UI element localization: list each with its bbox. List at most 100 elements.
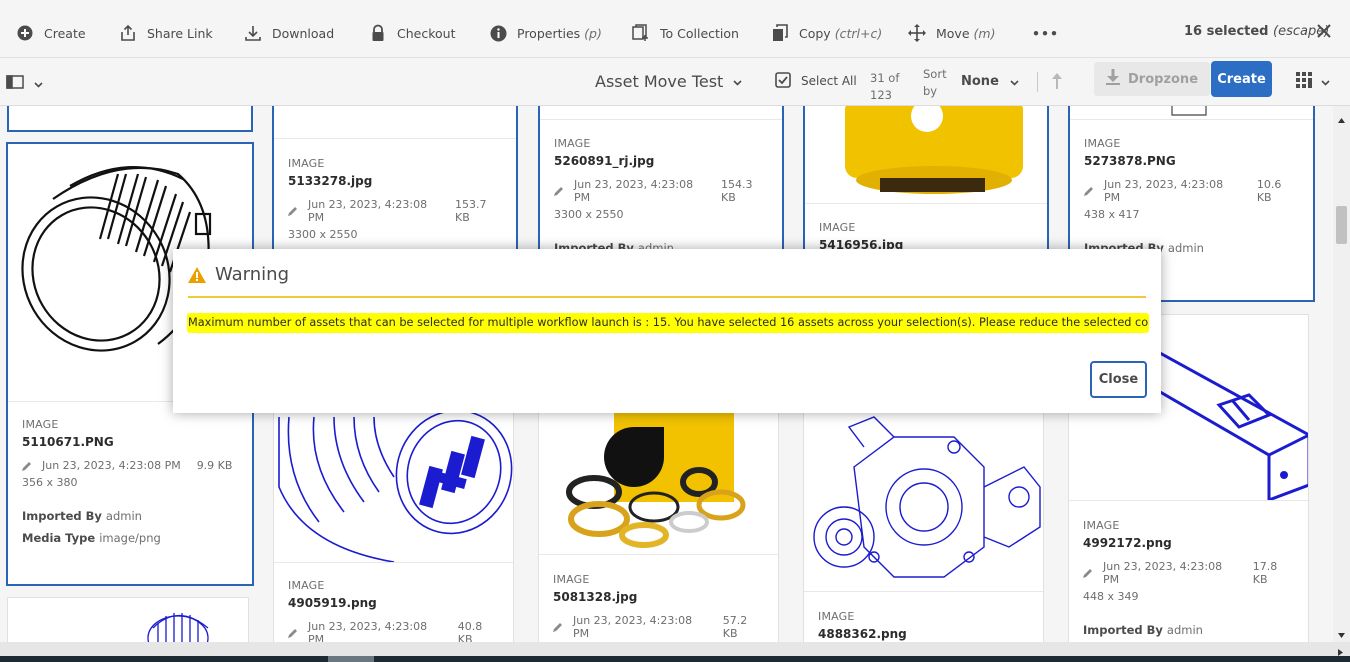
asset-media-type: Media Type image/png <box>22 531 238 545</box>
sort-label: Sort by <box>923 66 947 100</box>
asset-dimensions: 438 x 417 <box>1084 208 1140 221</box>
asset-modified: Jun 23, 2023, 4:23:08 PM 153.7 KB <box>288 198 502 224</box>
asset-meta: IMAGE 5133278.jpg Jun 23, 2023, 4:23:08 … <box>288 157 502 241</box>
sort-direction-button[interactable] <box>1051 73 1063 92</box>
vertical-scroll-thumb[interactable] <box>1336 206 1347 244</box>
asset-card[interactable]: IMAGE 5081328.jpg Jun 23, 2023, 4:23:08 … <box>538 406 779 642</box>
select-all-label: Select All <box>801 74 857 88</box>
chevron-down-icon <box>1321 75 1330 89</box>
copy-action[interactable]: Copy (ctrl+c) <box>771 24 882 42</box>
select-all-button[interactable]: Select All <box>775 72 857 91</box>
create-button[interactable]: Create <box>1211 61 1272 97</box>
pencil-icon <box>288 628 298 638</box>
create-action[interactable]: Create <box>16 24 86 42</box>
asset-filename: 5081328.jpg <box>553 590 638 604</box>
imported-by-value: admin <box>1167 241 1204 255</box>
asset-filename: 5110671.PNG <box>22 435 114 449</box>
pencil-icon <box>22 461 32 471</box>
asset-date: Jun 23, 2023, 4:23:08 PM <box>1104 178 1224 204</box>
taskbar-strip <box>0 656 1350 662</box>
asset-modified: Jun 23, 2023, 4:23:08 PM 10.6 KB <box>1084 178 1299 204</box>
asset-card[interactable]: IMAGE 4905919.png Jun 23, 2023, 4:23:08 … <box>273 406 514 642</box>
checkout-action[interactable]: Checkout <box>369 24 455 42</box>
exit-selection-icon[interactable] <box>1317 24 1333 40</box>
create-button-label: Create <box>1217 71 1266 87</box>
asset-meta: IMAGE 5416956.jpg <box>819 221 1033 252</box>
asset-kind: IMAGE <box>288 157 325 170</box>
asset-kind: IMAGE <box>288 579 325 592</box>
asset-card[interactable]: IMAGE 4888362.png <box>803 406 1044 642</box>
asset-date: Jun 23, 2023, 4:23:08 PM <box>573 614 693 640</box>
asset-meta: IMAGE 5081328.jpg Jun 23, 2023, 4:23:08 … <box>553 573 764 640</box>
move-shortcut: (m) <box>973 25 996 41</box>
asset-thumbnail <box>540 106 782 120</box>
close-button[interactable]: Close <box>1090 361 1147 398</box>
asset-dimensions: 3300 x 2550 <box>288 228 358 241</box>
media-type-label: Media Type <box>22 531 96 545</box>
asset-modified: Jun 23, 2023, 4:23:08 PM 17.8 KB <box>1083 560 1294 586</box>
dialog-message: Maximum number of assets that can be sel… <box>187 313 1149 333</box>
asset-imported-by: Imported By admin <box>22 509 238 523</box>
asset-kind: IMAGE <box>554 137 591 150</box>
oil-filter-icon <box>845 106 1023 194</box>
asset-size: 40.8 KB <box>457 620 483 642</box>
pump-drawing-icon <box>813 416 1041 578</box>
part-drawing-icon <box>147 613 209 642</box>
asset-thumbnail <box>539 407 778 555</box>
properties-label: Properties <box>517 25 581 41</box>
asset-size: 154.3 KB <box>721 178 753 204</box>
chevron-down-icon <box>1010 75 1019 89</box>
asset-size: 9.9 KB <box>196 459 233 472</box>
scroll-up-icon[interactable] <box>1338 112 1345 126</box>
asset-card-partial[interactable] <box>7 106 253 132</box>
download-action[interactable]: Download <box>244 24 334 42</box>
asset-thumbnail <box>804 407 1043 592</box>
chevron-down-icon <box>733 75 742 89</box>
folder-title[interactable]: Asset Move Test <box>595 72 742 91</box>
view-switcher-button[interactable] <box>1296 72 1330 91</box>
sort-label-1: Sort <box>923 67 947 81</box>
collection-icon <box>632 24 650 42</box>
asset-thumbnail <box>274 407 513 563</box>
move-action[interactable]: Move (m) <box>908 24 995 42</box>
properties-shortcut: (p) <box>584 25 602 41</box>
asset-imported-by: Imported By admin <box>1083 623 1294 637</box>
asset-meta: IMAGE 4888362.png <box>818 610 1029 641</box>
asset-card-partial[interactable] <box>7 597 249 642</box>
toolbar: Asset Move Test Select All 31 of 123 Sor… <box>0 58 1350 106</box>
alert-triangle-icon <box>188 266 206 283</box>
dialog-warning-rule <box>188 296 1146 298</box>
pencil-icon <box>1084 186 1094 196</box>
vertical-scrollbar[interactable] <box>1333 106 1350 642</box>
horizontal-scrollbar[interactable] <box>0 642 1350 656</box>
rail-toggle-button[interactable] <box>6 75 43 92</box>
sort-dropdown[interactable]: None <box>961 74 1019 89</box>
selection-count: 16 selected (escape) <box>1184 24 1329 39</box>
move-label: Move <box>936 25 970 41</box>
asset-size: 153.7 KB <box>455 198 487 224</box>
asset-size: 57.2 KB <box>722 614 748 640</box>
asset-date: Jun 23, 2023, 4:23:08 PM <box>1103 560 1223 586</box>
imported-by-label: Imported By <box>22 509 102 523</box>
counter-line-2: 123 <box>870 88 892 102</box>
asset-meta: IMAGE 5260891_rj.jpg Jun 23, 2023, 4:23:… <box>554 137 768 255</box>
asset-date: Jun 23, 2023, 4:23:08 PM <box>574 178 694 204</box>
create-action-label: Create <box>44 25 86 41</box>
selection-counter: 31 of 123 <box>870 70 899 104</box>
asset-dimensions: 356 x 380 <box>22 476 78 489</box>
dropzone-button[interactable]: Dropzone <box>1094 62 1211 96</box>
to-collection-action[interactable]: To Collection <box>632 24 739 42</box>
asset-size: 17.8 KB <box>1252 560 1278 586</box>
download-icon <box>1106 69 1120 89</box>
more-actions-button[interactable]: ••• <box>1032 24 1059 42</box>
sort-label-2: by <box>923 84 938 98</box>
share-link-action[interactable]: Share Link <box>119 24 213 42</box>
asset-kind: IMAGE <box>22 418 59 431</box>
arrow-up-icon <box>1051 73 1063 92</box>
asset-meta: IMAGE 5110671.PNG Jun 23, 2023, 4:23:08 … <box>22 418 238 545</box>
grid-view-icon <box>1296 72 1312 91</box>
scroll-down-icon[interactable] <box>1338 627 1345 641</box>
properties-action[interactable]: Properties (p) <box>489 24 602 42</box>
asset-thumbnail <box>1070 106 1313 120</box>
copy-shortcut: (ctrl+c) <box>834 25 883 41</box>
